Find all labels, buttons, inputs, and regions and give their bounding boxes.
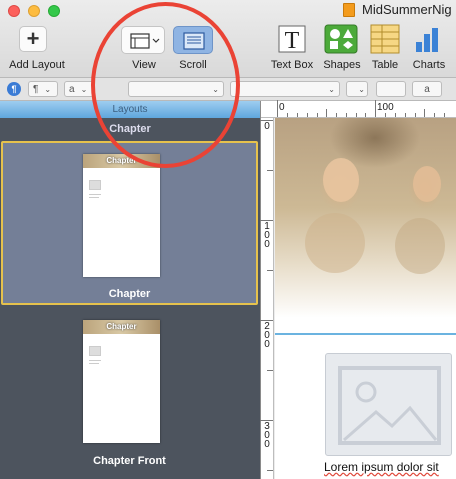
text-box-icon: T bbox=[278, 25, 306, 54]
chevron-updown-icon: ⌄ bbox=[328, 84, 335, 94]
thumbnail-title: Chapter bbox=[106, 322, 137, 331]
highlight-color-well[interactable]: a bbox=[412, 81, 442, 97]
charts-label: Charts bbox=[412, 59, 446, 71]
scroll-icon bbox=[183, 32, 205, 50]
ruler-label: 100 bbox=[377, 102, 394, 113]
charts-icon bbox=[416, 28, 438, 52]
thumbnail-title: Chapter bbox=[106, 156, 137, 165]
shapes-label: Shapes bbox=[323, 59, 361, 71]
body-text[interactable]: Lorem ipsum dolor sit bbox=[324, 460, 439, 474]
thumbnail-header-image: Chapter bbox=[83, 154, 160, 168]
document-icon bbox=[343, 3, 355, 17]
thumbnail-text-line bbox=[89, 360, 101, 361]
layout-item-chapter-front[interactable]: Chapter Chapter Front bbox=[1, 309, 258, 477]
ruler-label: 200 bbox=[264, 321, 270, 350]
layout-label: Chapter Front bbox=[93, 455, 166, 467]
svg-text:T: T bbox=[285, 28, 300, 54]
shapes-icon bbox=[324, 24, 358, 54]
layouts-header: Layouts bbox=[0, 101, 260, 118]
ruler-label: 300 bbox=[264, 421, 270, 450]
chevron-updown-icon: ⌄ bbox=[358, 84, 365, 94]
layout-item-chapter[interactable]: Chapter Chapter bbox=[1, 141, 258, 305]
chevron-updown-icon: ⌄ bbox=[44, 84, 52, 94]
close-window-button[interactable] bbox=[8, 5, 20, 17]
scroll-button[interactable] bbox=[173, 26, 213, 54]
vertical-ruler: 0 100 200 300 bbox=[260, 118, 274, 479]
image-icon bbox=[338, 366, 441, 445]
view-icon bbox=[130, 33, 160, 49]
chevron-updown-icon: ⌄ bbox=[212, 84, 219, 94]
thumbnail-image-placeholder bbox=[89, 346, 101, 356]
text-color-well[interactable] bbox=[376, 81, 406, 97]
chevron-updown-icon: ⌄ bbox=[80, 84, 88, 94]
layout-thumbnail: Chapter bbox=[83, 320, 160, 443]
highlight-label: a bbox=[424, 83, 430, 95]
layouts-sidebar: Layouts Chapter Chapter Chapter Chapter … bbox=[0, 101, 260, 479]
layout-label: Chapter bbox=[108, 288, 151, 300]
window-title: MidSummerNig bbox=[362, 2, 452, 17]
font-size-popup[interactable]: ⌄ bbox=[346, 81, 368, 97]
ruler-label: 100 bbox=[264, 221, 270, 250]
minimize-window-button[interactable] bbox=[28, 5, 40, 17]
thumbnail-text-line bbox=[89, 197, 99, 198]
zoom-window-button[interactable] bbox=[48, 5, 60, 17]
scroll-label: Scroll bbox=[179, 59, 207, 71]
thumbnail-text-line bbox=[89, 194, 101, 195]
paragraph-style-value: ¶ bbox=[33, 83, 39, 95]
view-label: View bbox=[132, 59, 156, 71]
layout-label-top: Chapter bbox=[109, 123, 151, 135]
pages-window: MidSummerNig + Add Layout View Scroll T … bbox=[0, 0, 456, 479]
character-style-popup[interactable]: a ⌄ bbox=[64, 81, 94, 97]
table-label: Table bbox=[371, 59, 399, 71]
alignment-guide bbox=[275, 333, 456, 335]
layout-thumbnail: Chapter bbox=[83, 154, 160, 277]
view-button[interactable] bbox=[121, 26, 165, 54]
horizontal-ruler: 0 100 bbox=[261, 100, 456, 118]
ruler-label: 0 bbox=[279, 102, 285, 113]
paragraph-style-popup[interactable]: ¶ ⌄ bbox=[28, 81, 58, 97]
character-style-value: a bbox=[69, 83, 75, 95]
thumbnail-text-line bbox=[89, 363, 99, 364]
thumbnail-image-placeholder bbox=[89, 180, 101, 190]
add-layout-label: Add Layout bbox=[9, 59, 65, 71]
toolbar: MidSummerNig + Add Layout View Scroll T … bbox=[0, 0, 456, 78]
add-layout-button[interactable]: + bbox=[19, 26, 47, 52]
font-typeface-popup[interactable]: ⌄ bbox=[230, 81, 340, 97]
ruler-label: 0 bbox=[264, 121, 270, 132]
header-artwork-image[interactable] bbox=[275, 118, 456, 318]
format-bar: ¶ ¶ ⌄ a ⌄ ⌄ ⌄ ⌄ a bbox=[0, 78, 456, 101]
paragraph-styles-icon[interactable]: ¶ bbox=[7, 82, 21, 96]
thumbnail-header-image: Chapter bbox=[83, 320, 160, 334]
font-family-popup[interactable]: ⌄ bbox=[128, 81, 224, 97]
plus-icon: + bbox=[26, 26, 40, 51]
text-box-label: Text Box bbox=[270, 59, 314, 71]
table-icon bbox=[370, 24, 400, 54]
image-placeholder[interactable] bbox=[325, 353, 452, 456]
